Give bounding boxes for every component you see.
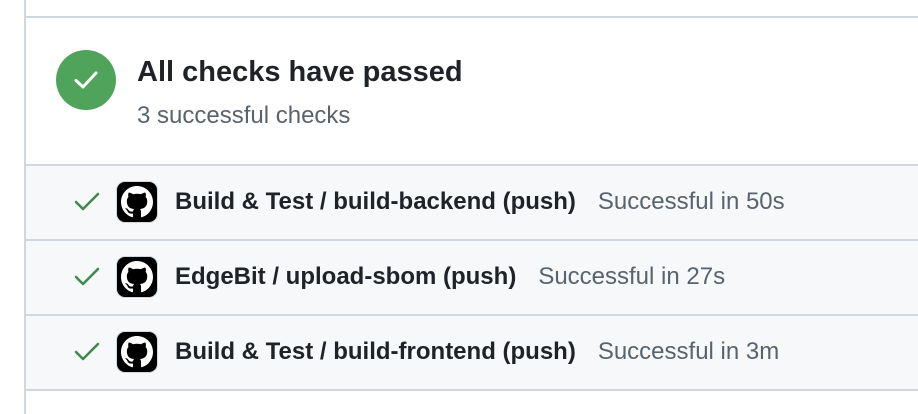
check-status: Successful in 50s	[597, 188, 785, 215]
check-name[interactable]: EdgeBit / upload-sbom (push)	[175, 263, 516, 290]
checks-summary[interactable]: All checks have passed 3 successful chec…	[26, 18, 918, 164]
check-status: Successful in 3m	[597, 338, 780, 365]
github-icon[interactable]	[116, 256, 158, 298]
check-row[interactable]: EdgeBit / upload-sbom (push) Successful i…	[26, 239, 918, 314]
check-text: EdgeBit / upload-sbom (push) Successful i…	[175, 263, 725, 291]
github-icon[interactable]	[116, 181, 158, 223]
summary-subtitle: 3 successful checks	[137, 102, 351, 129]
check-icon	[74, 341, 100, 368]
check-name[interactable]: Build & Test / build-frontend (push)	[175, 338, 576, 365]
check-icon	[74, 191, 100, 218]
checks-list: Build & Test / build-backend (push) Succe…	[26, 164, 918, 391]
check-row[interactable]: Build & Test / build-backend (push) Succe…	[26, 164, 918, 239]
check-text: Build & Test / build-backend (push) Succe…	[175, 188, 785, 216]
check-row[interactable]: Build & Test / build-frontend (push) Succ…	[26, 314, 918, 391]
check-text: Build & Test / build-frontend (push) Succ…	[175, 338, 779, 366]
check-name[interactable]: Build & Test / build-backend (push)	[175, 188, 576, 215]
summary-title: All checks have passed	[137, 56, 463, 88]
github-icon[interactable]	[116, 331, 158, 373]
checks-panel: All checks have passed 3 successful chec…	[0, 0, 918, 414]
check-status: Successful in 27s	[538, 263, 726, 290]
check-icon	[74, 266, 100, 293]
check-circle-icon	[56, 50, 116, 110]
